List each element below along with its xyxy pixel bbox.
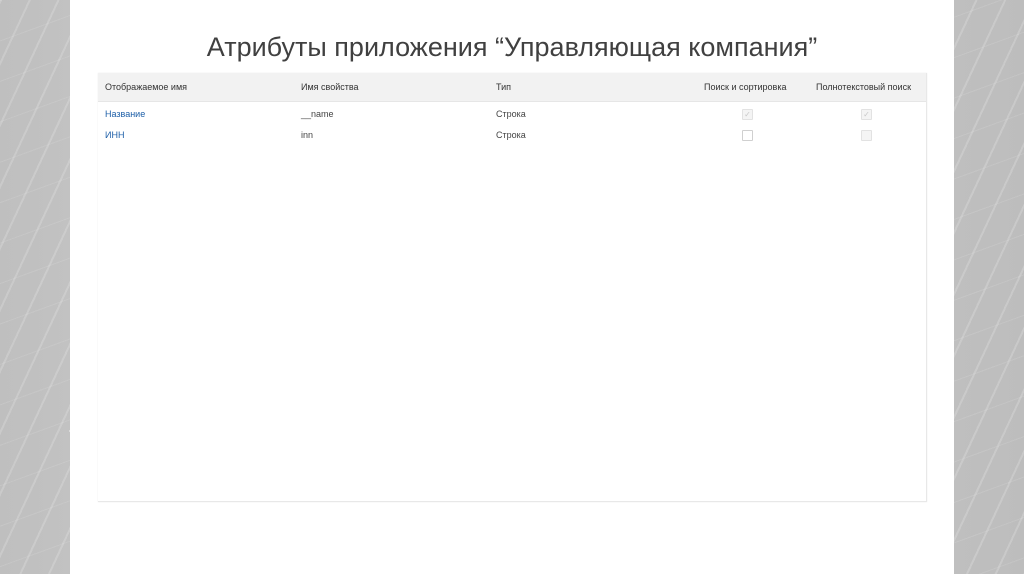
fulltext-checkbox: ✓ [861,109,872,120]
row-property-name: inn [301,130,314,140]
column-header-search-sort[interactable]: Поиск и сортировка [704,82,786,92]
row-property-name: __name [301,109,334,119]
row-type: Строка [496,109,526,119]
table-row: Название __name Строка ✓ ✓ [98,105,926,125]
column-header-display-name[interactable]: Отображаемое имя [105,82,187,92]
row-type: Строка [496,130,526,140]
fulltext-checkbox [861,130,872,141]
attributes-table: Отображаемое имя Имя свойства Тип Поиск … [98,73,927,502]
column-header-property-name[interactable]: Имя свойства [301,82,359,92]
table-header: Отображаемое имя Имя свойства Тип Поиск … [98,73,926,102]
check-icon: ✓ [863,110,870,119]
check-icon: ✓ [744,110,751,119]
table-row: ИНН inn Строка [98,126,926,146]
search-sort-checkbox[interactable] [742,130,753,141]
row-display-name-link[interactable]: ИНН [105,130,124,140]
column-header-fulltext-search[interactable]: Полнотекстовый поиск [816,82,911,92]
search-sort-checkbox: ✓ [742,109,753,120]
slide-title: Атрибуты приложения “Управляющая компани… [206,32,818,62]
row-display-name-link[interactable]: Название [105,109,145,119]
column-header-type[interactable]: Тип [496,82,511,92]
